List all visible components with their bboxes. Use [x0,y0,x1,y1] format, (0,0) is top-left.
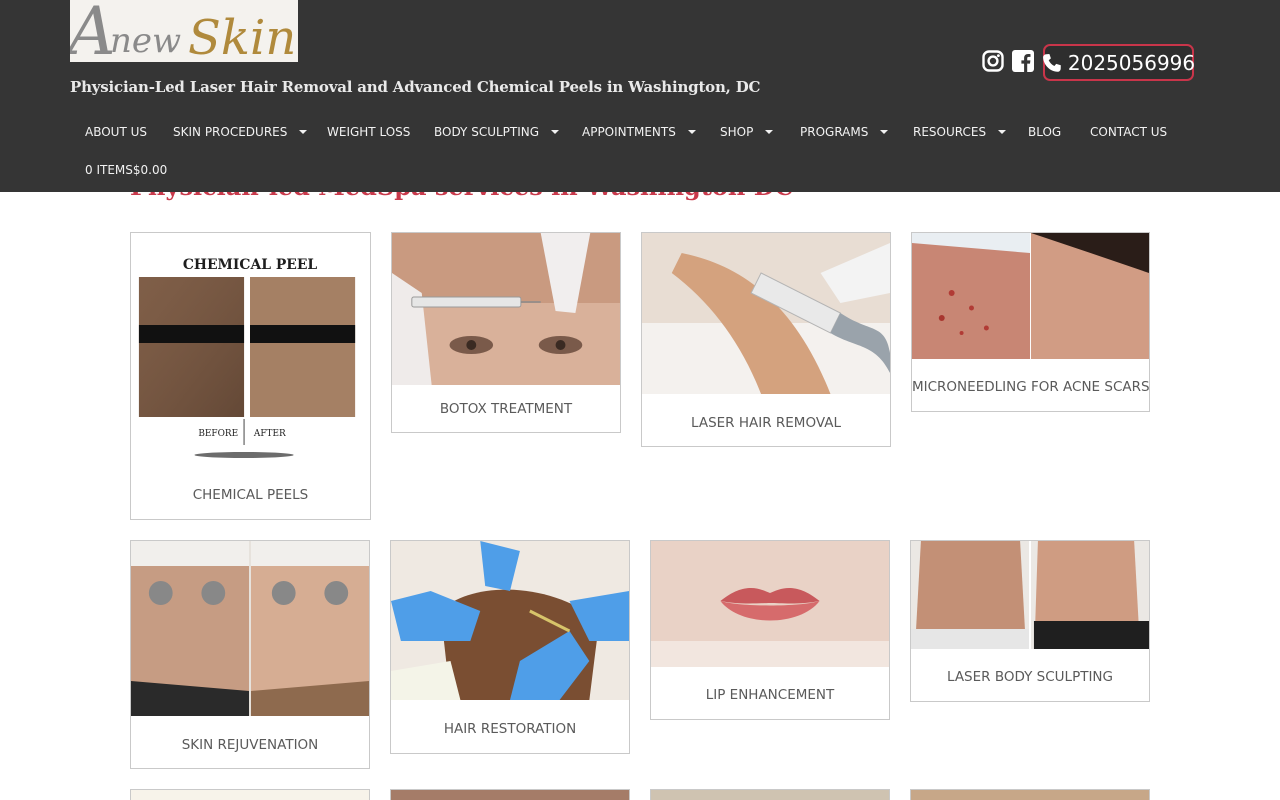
microneedling-image [912,233,1149,359]
nav-label: SKIN PROCEDURES [173,125,288,139]
svg-text:AFTER: AFTER [253,429,286,439]
skin-rejuvenation-image [131,541,369,716]
service-card[interactable] [130,789,370,800]
phone-number: 2025056996 [1067,50,1196,75]
nav-label: BLOG [1028,125,1062,139]
caret-down-icon [551,130,560,134]
nav-item-shop[interactable]: SHOP [705,112,788,152]
service-label: LASER BODY SCULPTING [946,669,1113,685]
service-image [911,790,1149,800]
service-card-skin-rejuvenation[interactable]: SKIN REJUVENATION [130,540,370,769]
nav-item-blog[interactable]: BLOG [1013,112,1076,152]
nav-item-body-sculpting[interactable]: BODY SCULPTING [419,112,574,152]
service-label: SKIN REJUVENATION [181,737,319,753]
phone-button[interactable]: 2025056996 [1042,44,1196,81]
nav-item-about-us[interactable]: ABOUT US [70,112,162,152]
service-label: LIP ENHANCEMENT [705,687,835,703]
service-card-botox[interactable]: BOTOX TREATMENT [391,232,621,433]
facebook-icon[interactable] [1011,46,1035,76]
service-card-laser-body-sculpting[interactable]: LASER BODY SCULPTING [910,540,1150,702]
service-card-hair-restoration[interactable]: HAIR RESTORATION [390,540,630,754]
nav-label: ABOUT US [85,125,148,139]
service-label: BOTOX TREATMENT [439,401,573,417]
service-card[interactable] [650,789,890,800]
service-image [391,790,629,800]
phone-icon [1042,53,1062,73]
nav-label: WEIGHT LOSS [327,125,411,139]
site-logo[interactable]: A new Skin [70,0,298,62]
nav-label: CONTACT US [1090,125,1168,139]
svg-text:new: new [110,21,181,61]
nav-item-contact-us[interactable]: CONTACT US [1075,112,1182,152]
site-tagline: Physician-Led Laser Hair Removal and Adv… [70,78,761,96]
svg-text:A: A [70,0,116,62]
service-card[interactable] [910,789,1150,800]
nav-item-weight-loss[interactable]: WEIGHT LOSS [312,112,425,152]
service-card-lip-enhancement[interactable]: LIP ENHANCEMENT [650,540,890,720]
nav-item-resources[interactable]: RESOURCES [898,112,1021,152]
nav-label: RESOURCES [913,125,987,139]
caret-down-icon [765,130,774,134]
service-label: HAIR RESTORATION [443,721,577,737]
nav-item-programs[interactable]: PROGRAMS [785,112,903,152]
nav-label: SHOP [720,125,754,139]
nav-label: BODY SCULPTING [434,125,540,139]
laser-body-sculpting-image [911,541,1149,649]
service-card-laser-hair-removal[interactable]: LASER HAIR REMOVAL [641,232,891,447]
nav-label: PROGRAMS [800,125,869,139]
service-card-microneedling[interactable]: MICRONEEDLING FOR ACNE SCARS [911,232,1150,412]
service-label: LASER HAIR REMOVAL [691,415,841,431]
svg-text:CHEMICAL PEEL: CHEMICAL PEEL [183,257,318,273]
cart-summary[interactable]: 0 ITEMS$0.00 [85,163,167,177]
service-label: CHEMICAL PEELS [192,487,309,503]
nav-item-appointments[interactable]: APPOINTMENTS [567,112,711,152]
nav-label: APPOINTMENTS [582,125,676,139]
lip-enhancement-image [651,541,889,667]
service-card-chemical-peels[interactable]: CHEMICAL PEEL BEFORE AFTER CHEMICAL PEEL… [130,232,371,520]
svg-text:Skin: Skin [188,10,296,62]
service-image [651,790,889,800]
caret-down-icon [299,130,308,134]
hair-restoration-image [391,541,629,700]
service-image [131,790,369,800]
chemical-peel-image: CHEMICAL PEEL BEFORE AFTER [131,233,370,483]
laser-hair-removal-image [642,233,890,394]
botox-image [392,233,620,385]
service-card[interactable] [390,789,630,800]
main-nav: ABOUT US SKIN PROCEDURES WEIGHT LOSS BOD… [70,112,1210,152]
service-label: MICRONEEDLING FOR ACNE SCARS [912,379,1150,395]
caret-down-icon [880,130,889,134]
instagram-icon[interactable] [980,46,1006,76]
caret-down-icon [998,130,1007,134]
page: A new Skin Physician-Led Laser Hair Remo… [0,0,1280,800]
nav-item-skin-procedures[interactable]: SKIN PROCEDURES [158,112,322,152]
svg-text:BEFORE: BEFORE [198,429,238,439]
caret-down-icon [687,130,696,134]
site-header: A new Skin Physician-Led Laser Hair Remo… [0,0,1280,192]
